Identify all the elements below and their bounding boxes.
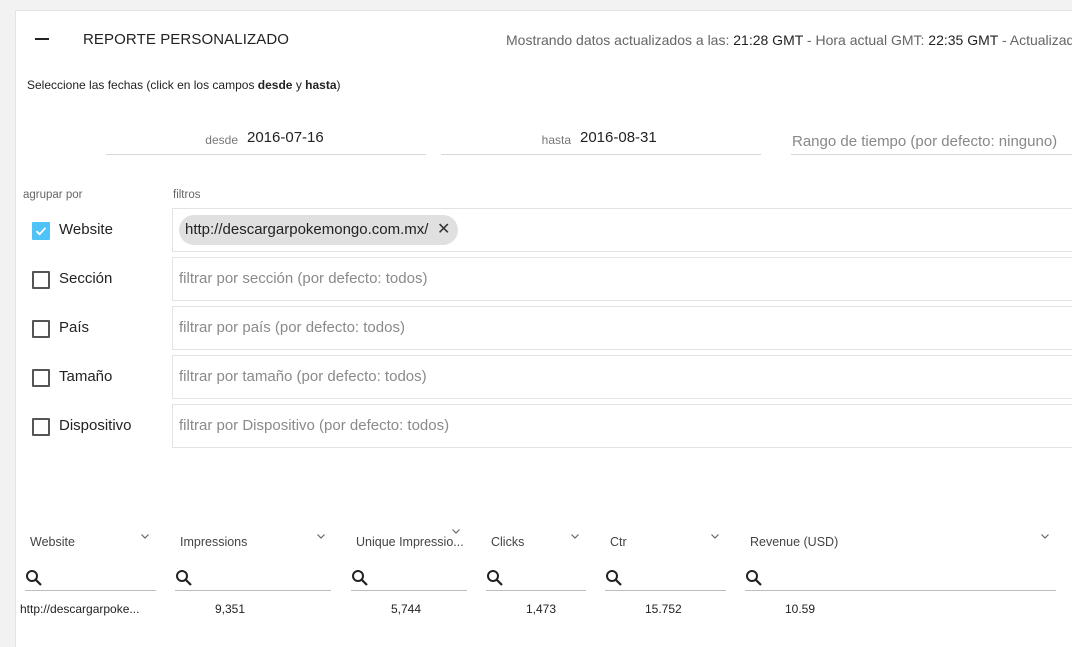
search-icon: [606, 570, 622, 586]
group-row-section: Sección: [32, 258, 162, 302]
status-suffix: - Actualizado: [1001, 32, 1072, 48]
current-time: 22:35 GMT: [928, 32, 999, 48]
current-prefix: - Hora actual GMT:: [806, 32, 925, 48]
group-row-website: Website: [32, 209, 162, 253]
search-icon: [487, 570, 503, 586]
website-filter-input[interactable]: http://descargarpokemongo.com.mx/ ✕: [172, 208, 1072, 252]
instr-from: desde: [257, 78, 293, 92]
date-instructions: Seleccione las fechas (click en los camp…: [27, 78, 341, 92]
page-title: REPORTE PERSONALIZADO: [83, 31, 290, 48]
column-header-clicks[interactable]: Clicks: [491, 535, 524, 549]
search-icon: [746, 570, 762, 586]
table-cell-website[interactable]: http://descargarpoke...: [20, 602, 139, 616]
updated-time: 21:28 GMT: [733, 32, 804, 48]
chevron-down-icon[interactable]: [140, 531, 150, 541]
section-filter-placeholder: filtrar por sección (por defecto: todos): [179, 270, 428, 287]
report-header: REPORTE PERSONALIZADO Mostrando datos ac…: [16, 11, 1072, 67]
website-search-input[interactable]: [25, 566, 156, 591]
instr-and: y: [295, 78, 302, 92]
time-range-select[interactable]: Rango de tiempo (por defecto: ninguno): [791, 124, 1072, 155]
report-panel: REPORTE PERSONALIZADO Mostrando datos ac…: [15, 10, 1072, 647]
column-header-revenue[interactable]: Revenue (USD): [750, 535, 838, 549]
country-label: País: [59, 319, 90, 336]
device-label: Dispositivo: [59, 417, 132, 434]
chevron-down-icon[interactable]: [451, 526, 461, 536]
size-label: Tamaño: [59, 368, 113, 385]
instr-text: Seleccione las fechas (click en los camp…: [27, 78, 255, 92]
date-to-label: hasta: [541, 133, 571, 147]
country-checkbox[interactable]: [32, 320, 50, 338]
search-icon: [352, 570, 368, 586]
group-row-device: Dispositivo: [32, 405, 162, 449]
date-from-label: desde: [205, 133, 238, 147]
section-filter-input[interactable]: filtrar por sección (por defecto: todos): [172, 257, 1072, 301]
filters-label: filtros: [173, 189, 201, 201]
size-filter-placeholder: filtrar por tamaño (por defecto: todos): [179, 368, 427, 385]
table-cell-ctr: 15.752: [645, 602, 682, 616]
checkmark-icon: [35, 227, 47, 236]
clicks-search-input[interactable]: [486, 566, 586, 591]
section-checkbox[interactable]: [32, 271, 50, 289]
website-label: Website: [59, 221, 113, 238]
section-label: Sección: [59, 270, 113, 287]
chevron-down-icon[interactable]: [710, 531, 720, 541]
date-to-value[interactable]: 2016-08-31: [580, 129, 657, 146]
country-filter-input[interactable]: filtrar por país (por defecto: todos): [172, 306, 1072, 350]
ctr-search-input[interactable]: [605, 566, 726, 591]
date-from-field[interactable]: desde 2016-07-16: [106, 124, 426, 155]
search-icon: [26, 570, 42, 586]
group-by-label: agrupar por: [23, 189, 83, 201]
column-header-impressions[interactable]: Impressions: [180, 535, 247, 549]
status-prefix: Mostrando datos actualizados a las:: [506, 32, 730, 48]
country-filter-placeholder: filtrar por país (por defecto: todos): [179, 319, 405, 336]
instr-to: hasta: [305, 78, 337, 92]
minus-icon[interactable]: [35, 38, 49, 40]
time-range-placeholder: Rango de tiempo (por defecto: ninguno): [792, 133, 1058, 150]
filter-chip: http://descargarpokemongo.com.mx/ ✕: [179, 215, 459, 245]
close-icon[interactable]: ✕: [437, 215, 450, 245]
table-cell-clicks: 1,473: [526, 602, 557, 616]
date-to-field[interactable]: hasta 2016-08-31: [441, 124, 761, 155]
impressions-search-input[interactable]: [175, 566, 331, 591]
unique-impressions-search-input[interactable]: [351, 566, 467, 591]
chevron-down-icon[interactable]: [316, 531, 326, 541]
column-header-ctr[interactable]: Ctr: [610, 535, 627, 549]
column-header-website[interactable]: Website: [30, 535, 75, 549]
table-cell-unique-impressions: 5,744: [391, 602, 422, 616]
group-row-country: País: [32, 307, 162, 351]
website-checkbox[interactable]: [32, 222, 50, 240]
group-row-size: Tamaño: [32, 356, 162, 400]
device-filter-input[interactable]: filtrar por Dispositivo (por defecto: to…: [172, 404, 1072, 448]
instr-close: ): [336, 78, 341, 92]
date-from-value[interactable]: 2016-07-16: [247, 129, 324, 146]
revenue-search-input[interactable]: [745, 566, 1056, 591]
chip-label: http://descargarpokemongo.com.mx/: [185, 221, 429, 238]
table-cell-impressions: 9,351: [215, 602, 246, 616]
size-checkbox[interactable]: [32, 369, 50, 387]
chevron-down-icon[interactable]: [1040, 531, 1050, 541]
column-header-unique-impressions[interactable]: Unique Impressio...: [356, 535, 464, 549]
device-filter-placeholder: filtrar por Dispositivo (por defecto: to…: [179, 417, 450, 434]
table-cell-revenue: 10.59: [785, 602, 816, 616]
size-filter-input[interactable]: filtrar por tamaño (por defecto: todos): [172, 355, 1072, 399]
device-checkbox[interactable]: [32, 418, 50, 436]
search-icon: [176, 570, 192, 586]
update-status: Mostrando datos actualizados a las: 21:2…: [506, 32, 1072, 48]
chevron-down-icon[interactable]: [570, 531, 580, 541]
